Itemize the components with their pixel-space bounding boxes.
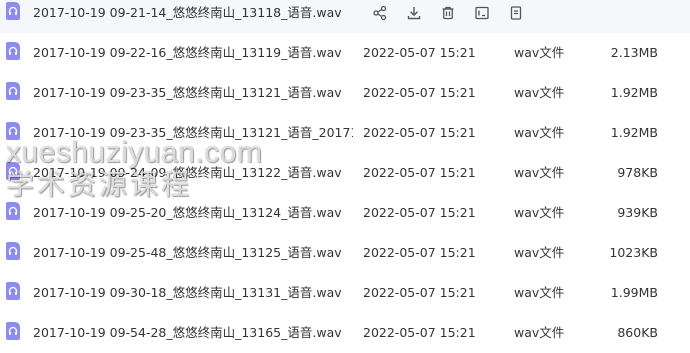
- file-row[interactable]: 2017-10-19 09-30-18_悠悠终南山_13131_语音.wav 20…: [0, 273, 690, 313]
- file-name[interactable]: 2017-10-19 09-54-28_悠悠终南山_13165_语音.wav: [33, 313, 353, 353]
- file-size: 939KB: [617, 205, 658, 220]
- file-type: wav文件: [514, 285, 565, 300]
- file-type: wav文件: [514, 45, 565, 60]
- file-size: 1.99MB: [610, 285, 658, 300]
- file-name[interactable]: 2017-10-19 09-23-35_悠悠终南山_13121_语音.wav: [33, 73, 353, 113]
- audio-file-icon: [6, 202, 20, 220]
- audio-file-icon: [6, 242, 20, 260]
- file-size: 1023KB: [609, 245, 658, 260]
- audio-file-icon: [6, 322, 20, 340]
- download-icon[interactable]: [397, 2, 431, 24]
- more-icon[interactable]: [499, 2, 533, 24]
- file-size: 2.13MB: [610, 45, 658, 60]
- file-row[interactable]: 2017-10-19 09-25-48_悠悠终南山_13125_语音.wav 20…: [0, 233, 690, 273]
- file-row[interactable]: 2017-10-19 09-23-35_悠悠终南山_13121_语音_20171…: [0, 113, 690, 153]
- audio-file-icon: [6, 42, 20, 60]
- file-name[interactable]: 2017-10-19 09-25-20_悠悠终南山_13124_语音.wav: [33, 193, 353, 233]
- audio-file-icon: [6, 122, 20, 140]
- file-type: wav文件: [514, 165, 565, 180]
- file-size: 860KB: [617, 325, 658, 340]
- file-name[interactable]: 2017-10-19 09-22-16_悠悠终南山_13119_语音.wav: [33, 33, 353, 73]
- modified-date: 2022-05-07 15:21: [363, 325, 476, 340]
- file-name[interactable]: 2017-10-19 09-24-09_悠悠终南山_13122_语音.wav: [33, 153, 353, 193]
- file-name[interactable]: 2017-10-19 09-21-14_悠悠终南山_13118_语音.wav: [33, 0, 353, 33]
- file-row[interactable]: 2017-10-19 09-22-16_悠悠终南山_13119_语音.wav 20…: [0, 33, 690, 73]
- modified-date: 2022-05-07 15:21: [363, 85, 476, 100]
- file-type: wav文件: [514, 245, 565, 260]
- file-size: 1.92MB: [610, 125, 658, 140]
- delete-icon[interactable]: [431, 2, 465, 24]
- file-row[interactable]: 2017-10-19 09-24-09_悠悠终南山_13122_语音.wav 20…: [0, 153, 690, 193]
- audio-file-icon: [6, 162, 20, 180]
- share-icon[interactable]: [363, 2, 397, 24]
- audio-file-icon: [6, 2, 20, 20]
- modified-date: 2022-05-07 15:21: [363, 45, 476, 60]
- modified-date: 2022-05-07 15:21: [363, 125, 476, 140]
- modified-date: 2022-05-07 15:21: [363, 165, 476, 180]
- modified-date: 2022-05-07 15:21: [363, 285, 476, 300]
- file-name[interactable]: 2017-10-19 09-23-35_悠悠终南山_13121_语音_20171…: [33, 113, 353, 153]
- file-type: wav文件: [514, 125, 565, 140]
- modified-date: 2022-05-07 15:21: [363, 205, 476, 220]
- file-type: wav文件: [514, 325, 565, 340]
- file-name[interactable]: 2017-10-19 09-30-18_悠悠终南山_13131_语音.wav: [33, 273, 353, 313]
- modified-date: 2022-05-07 15:21: [363, 245, 476, 260]
- file-type: wav文件: [514, 85, 565, 100]
- file-type: wav文件: [514, 205, 565, 220]
- file-row[interactable]: 2017-10-19 09-21-14_悠悠终南山_13118_语音.wav: [0, 0, 690, 33]
- file-size: 978KB: [617, 165, 658, 180]
- file-row[interactable]: 2017-10-19 09-54-28_悠悠终南山_13165_语音.wav 20…: [0, 313, 690, 353]
- file-name[interactable]: 2017-10-19 09-25-48_悠悠终南山_13125_语音.wav: [33, 233, 353, 273]
- file-row[interactable]: 2017-10-19 09-23-35_悠悠终南山_13121_语音.wav 20…: [0, 73, 690, 113]
- audio-file-icon: [6, 82, 20, 100]
- file-row[interactable]: 2017-10-19 09-25-20_悠悠终南山_13124_语音.wav 20…: [0, 193, 690, 233]
- file-size: 1.92MB: [610, 85, 658, 100]
- audio-file-icon: [6, 282, 20, 300]
- row-actions: [363, 0, 533, 33]
- file-list: 2017-10-19 09-21-14_悠悠终南山_13118_语音.wav 20…: [0, 0, 690, 348]
- rename-icon[interactable]: [465, 2, 499, 24]
